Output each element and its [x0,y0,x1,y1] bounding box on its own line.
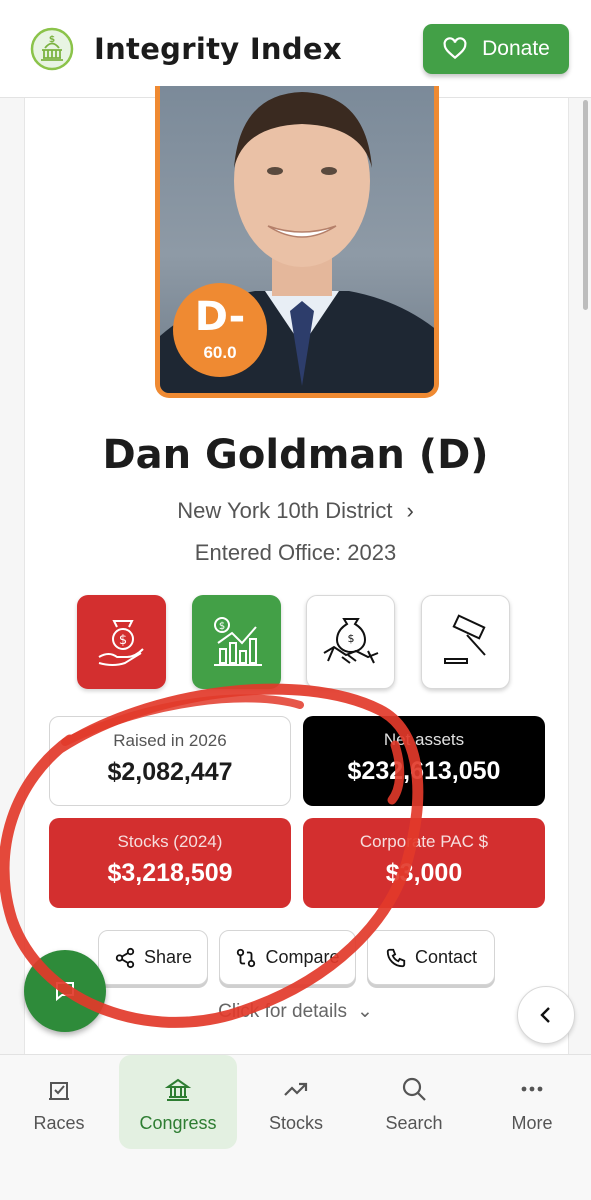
stat-stocks-value: $3,218,509 [107,859,233,887]
share-icon [115,947,135,968]
grade-letter: D- [194,294,246,340]
donate-label: Donate [482,37,550,60]
category-tile-stocks[interactable]: $ [192,595,281,689]
stock-chart-icon: $ [213,617,262,666]
stat-net-assets-value: $232,613,050 [347,757,501,785]
category-tile-legal[interactable] [421,595,510,689]
ballot-box-icon [49,1082,69,1100]
chevron-right-icon: › [406,498,414,523]
svg-text:$: $ [347,632,354,645]
donate-button[interactable]: Donate [423,24,569,74]
nav-races-label: Races [33,1113,85,1133]
category-tile-lobbying[interactable]: $ [306,595,395,689]
chat-button[interactable] [24,950,106,1032]
svg-text:$: $ [49,35,55,45]
bottom-nav: Races Congress Stocks Search More [0,1054,591,1200]
contact-button[interactable]: Contact [367,930,495,985]
compare-label: Compare [265,947,340,967]
stat-stocks[interactable]: Stocks (2024) $3,218,509 [49,818,291,908]
compare-icon [237,948,256,967]
nav-stocks-label: Stocks [268,1113,324,1133]
stat-net-assets[interactable]: Net assets $232,613,050 [303,716,545,806]
category-tile-fundraising[interactable]: $ [77,595,166,689]
grade-badge[interactable]: D- 60.0 [173,283,267,377]
trending-up-icon [284,1082,308,1096]
handshake-money-icon: $ [322,618,378,664]
chevron-down-icon: ⌄ [356,1001,373,1022]
nav-more-label: More [511,1113,553,1133]
nav-congress[interactable]: Congress [119,1055,237,1149]
share-button[interactable]: Share [98,930,208,985]
grade-score: 60.0 [203,343,237,362]
chat-icon [56,982,74,1002]
chevron-left-icon [540,1007,550,1023]
district-link[interactable]: New York 10th District › [0,498,591,524]
more-dots-icon [521,1086,543,1092]
stat-raised-label: Raised in 2026 [113,731,227,750]
entered-office: Entered Office: 2023 [194,540,397,565]
nav-search[interactable]: Search [355,1055,473,1149]
details-label: Click for details [218,1001,347,1022]
stat-net-assets-label: Net assets [383,730,465,749]
compare-button[interactable]: Compare [219,930,356,985]
nav-races[interactable]: Races [0,1055,118,1149]
scrollbar[interactable] [583,100,588,310]
capitol-dollar-logo-icon[interactable]: $ [30,27,74,71]
side-panel-toggle[interactable] [517,986,575,1044]
stat-raised[interactable]: Raised in 2026 $2,082,447 [49,716,291,806]
contact-label: Contact [414,947,478,967]
stat-corporate-pac[interactable]: Corporate PAC $ $3,000 [303,818,545,908]
phone-icon [386,948,406,967]
gavel-icon [443,614,486,664]
capitol-building-icon [164,1078,192,1101]
stat-corporate-pac-value: $3,000 [385,859,463,887]
share-label: Share [143,947,193,967]
nav-congress-label: Congress [139,1113,217,1133]
stat-raised-value: $2,082,447 [107,758,233,786]
heart-icon [443,37,467,60]
stat-corporate-pac-label: Corporate PAC $ [359,832,489,851]
search-icon [402,1077,426,1101]
stat-stocks-label: Stocks (2024) [117,832,223,851]
politician-name: Dan Goldman (D) [102,432,489,478]
money-bag-hand-icon: $ [97,620,144,666]
nav-more[interactable]: More [473,1055,591,1149]
nav-search-label: Search [385,1113,443,1133]
svg-text:$: $ [218,621,224,632]
svg-text:$: $ [118,633,126,648]
app-header: $ Integrity Index Donate [0,0,591,98]
nav-stocks[interactable]: Stocks [237,1055,355,1149]
app-title: Integrity Index [94,32,342,66]
district-label: New York 10th District [177,498,393,523]
